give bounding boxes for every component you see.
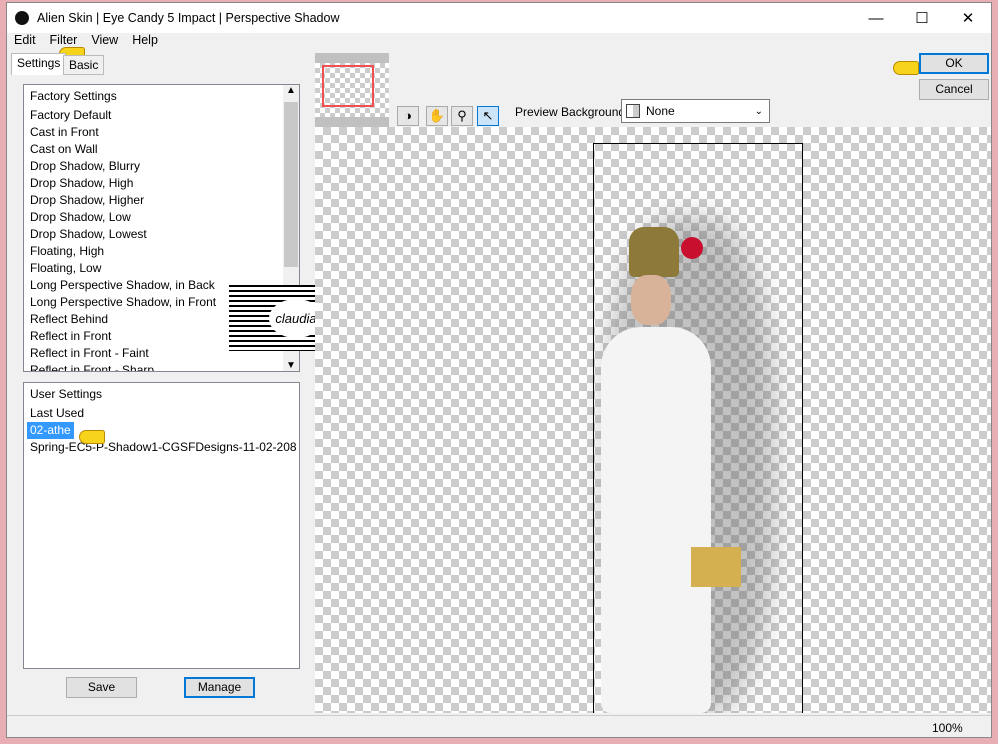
menu-bar: Edit Filter View Help [7,33,165,51]
factory-setting-item[interactable]: Drop Shadow, Blurry [24,158,299,175]
hand-tool-icon[interactable]: ✋ [426,106,448,126]
factory-setting-item[interactable]: Drop Shadow, Low [24,209,299,226]
tab-basic[interactable]: Basic [63,55,105,75]
status-bar: 100% [7,715,991,737]
tab-settings[interactable]: Settings [11,53,67,75]
eye-candy-dialog: Alien Skin | Eye Candy 5 Impact | Perspe… [6,2,992,738]
factory-setting-item[interactable]: Cast in Front [24,124,299,141]
user-setting-spring[interactable]: Spring-EC5-P-Shadow1-CGSFDesigns-11-02-2… [24,439,299,456]
factory-setting-item[interactable]: Drop Shadow, Lowest [24,226,299,243]
scroll-down-icon[interactable]: ▼ [283,360,299,371]
pointer-tool-icon[interactable]: ↖ [477,106,499,126]
pointing-hand-icon [893,61,919,75]
menu-help[interactable]: Help [125,33,165,51]
factory-setting-item[interactable]: Drop Shadow, High [24,175,299,192]
pointing-hand-icon [79,430,105,444]
scroll-thumb[interactable] [284,102,298,267]
zoom-level: 100% [932,721,963,735]
factory-setting-item[interactable]: Floating, High [24,243,299,260]
cancel-button[interactable]: Cancel [919,79,989,100]
ok-button[interactable]: OK [919,53,989,74]
maximize-button[interactable]: ☐ [899,3,945,33]
factory-setting-item[interactable]: Reflect in Front - Sharp [24,362,299,371]
save-button[interactable]: Save [66,677,137,698]
navigator-thumbnail[interactable] [315,53,389,127]
woman-figure-image [551,227,741,713]
selected-label: 02-athe [27,422,74,439]
window-title: Alien Skin | Eye Candy 5 Impact | Perspe… [37,11,340,25]
user-setting-last-used[interactable]: Last Used [24,405,299,422]
checker-swatch-icon [626,104,640,118]
user-settings-header: User Settings [30,387,103,401]
preview-canvas[interactable] [315,127,991,713]
scroll-up-icon[interactable]: ▲ [283,85,299,96]
close-button[interactable]: ✕ [945,3,991,33]
factory-setting-item[interactable]: Drop Shadow, Higher [24,192,299,209]
view-rectangle[interactable] [322,65,374,107]
factory-setting-item[interactable]: Factory Default [24,107,299,124]
alien-skin-logo-icon [15,11,29,25]
minimize-button[interactable]: — [853,3,899,33]
zoom-tool-icon[interactable]: ⚲ [451,106,473,126]
factory-setting-item[interactable]: Floating, Low [24,260,299,277]
user-setting-02-athe[interactable]: 02-athe [24,422,299,439]
preview-background-label: Preview Background: [515,105,629,119]
factory-setting-item[interactable]: Cast on Wall [24,141,299,158]
menu-view[interactable]: View [84,33,125,51]
factory-settings-header: Factory Settings [30,89,117,103]
manage-button[interactable]: Manage [184,677,255,698]
title-bar: Alien Skin | Eye Candy 5 Impact | Perspe… [7,3,991,33]
menu-edit[interactable]: Edit [7,33,43,51]
chevron-down-icon: ⌄ [754,105,763,117]
preview-compare-icon[interactable]: ◑ [397,106,419,126]
preview-background-select[interactable]: None ⌄ [621,99,770,123]
user-settings-list[interactable]: User Settings Last Used 02-athe Spring-E… [23,382,300,669]
preview-background-value: None [646,104,675,118]
